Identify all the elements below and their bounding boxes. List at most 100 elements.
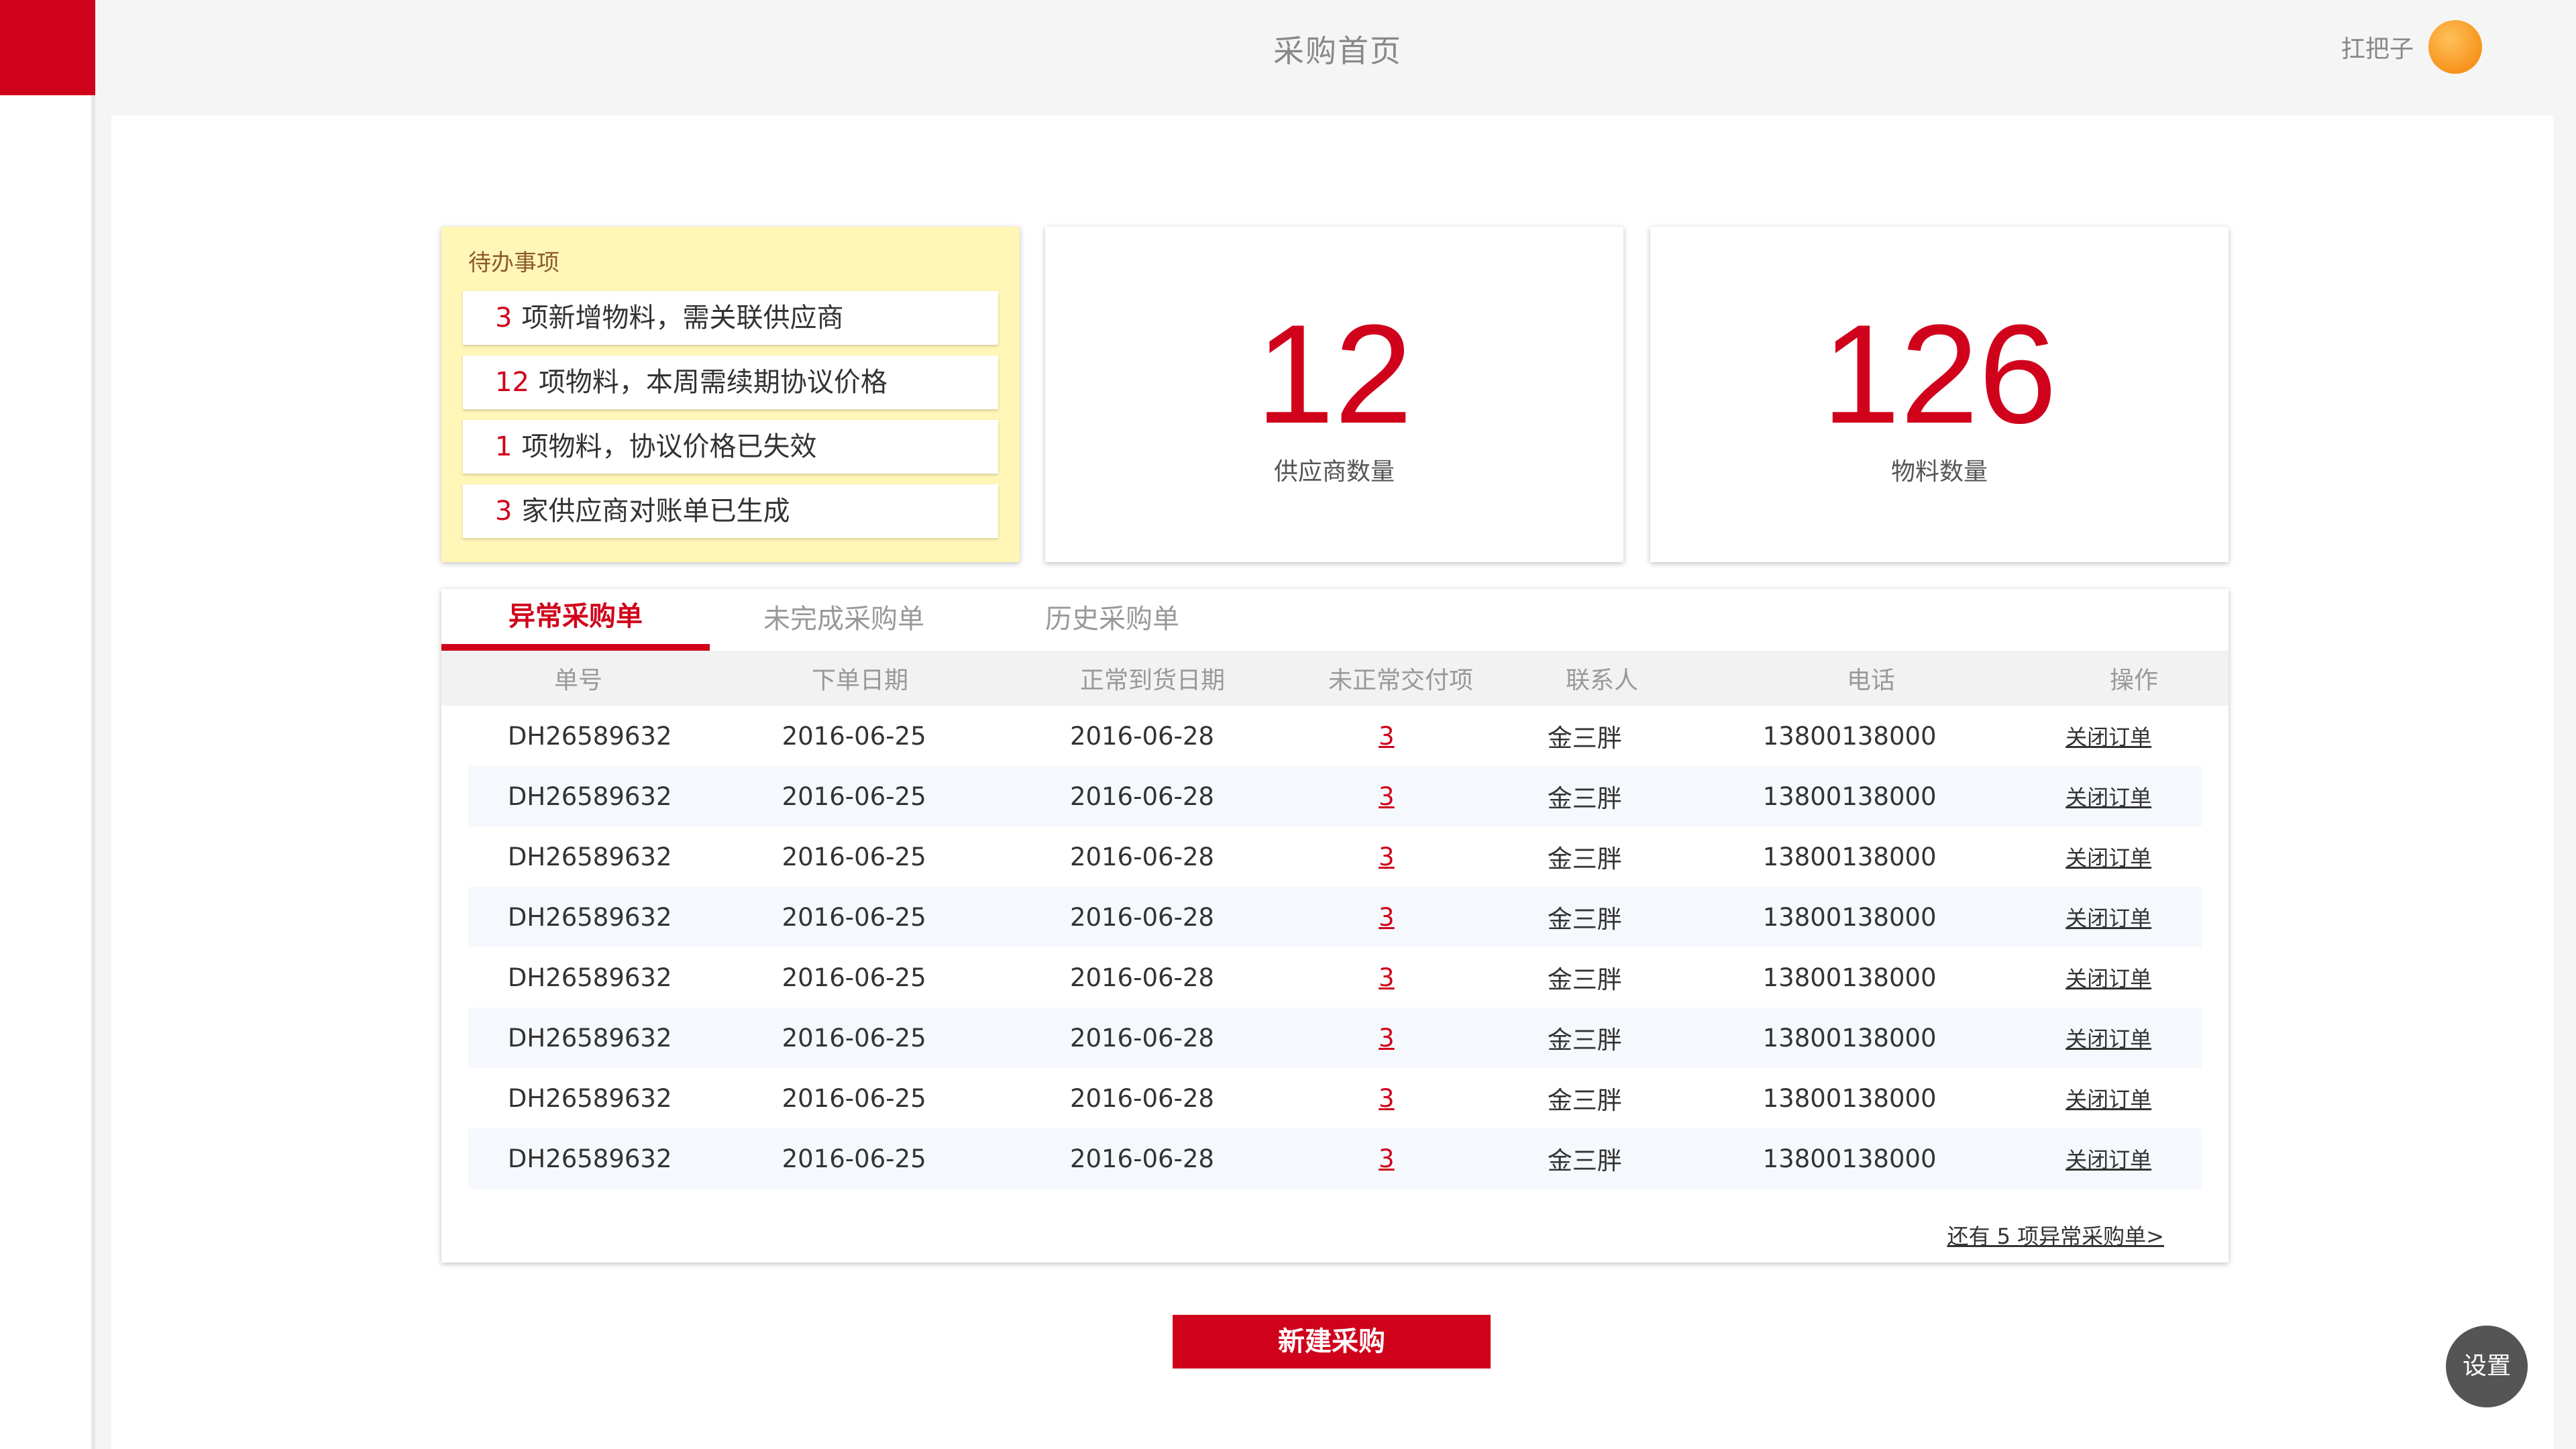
table-row: DH26589632 2016-06-25 2016-06-28 3 金三胖 138001… [468,826,2202,887]
arrival-date: 2016-06-28 [1069,963,1214,992]
left-sidebar [0,0,95,1449]
close-order-link[interactable]: 关闭订单 [2015,841,2202,872]
order-date: 2016-06-25 [782,1144,926,1173]
close-order-link[interactable]: 关闭订单 [2015,1143,2202,1174]
order-number: DH26589632 [507,902,672,932]
todo-item[interactable]: 3 项新增物料，需关联供应商 [463,291,998,345]
undelivered-count[interactable]: 3 [1287,843,1485,871]
todo-text: 项物料，本周需续期协议价格 [538,367,888,398]
contact-name: 金三胖 [1547,784,1622,813]
todo-card: 待办事项 3 项新增物料，需关联供应商 12 项物料，本周需续期协议价格 1 项物料，… [441,227,1020,562]
close-order-link[interactable]: 关闭订单 [2015,1083,2202,1114]
phone: 13800138000 [1762,902,1937,932]
top-header: 采购首页 扛把子 [99,0,2576,115]
phone: 13800138000 [1762,963,1937,992]
todo-item[interactable]: 12 项物料，本周需续期协议价格 [463,356,998,409]
column-header: 未正常交付项 [1328,667,1473,694]
close-order-link[interactable]: 关闭订单 [2015,902,2202,932]
table-body: DH26589632 2016-06-25 2016-06-28 3 金三胖 138001… [468,706,2202,1189]
column-header: 联系人 [1565,667,1638,694]
arrival-date: 2016-06-28 [1069,782,1214,811]
undelivered-count[interactable]: 3 [1287,1144,1485,1173]
phone: 13800138000 [1762,1144,1937,1173]
table-row: DH26589632 2016-06-25 2016-06-28 3 金三胖 138001… [468,1068,2202,1128]
supplier-count-label: 供应商数量 [1273,458,1395,486]
page-title: 采购首页 [1273,33,1402,69]
todo-title: 待办事项 [468,250,559,276]
order-number: DH26589632 [507,721,672,751]
undelivered-count[interactable]: 3 [1287,782,1485,811]
supplier-count: 12 [1256,295,1413,453]
undelivered-count[interactable]: 3 [1287,722,1485,751]
table-row: DH26589632 2016-06-25 2016-06-28 3 金三胖 138001… [468,706,2202,766]
contact-name: 金三胖 [1547,1146,1622,1175]
order-date: 2016-06-25 [782,1023,926,1053]
todo-count: 1 [495,431,513,462]
tab-incomplete-orders[interactable]: 未完成采购单 [710,589,978,651]
logo[interactable] [0,0,95,95]
todo-count: 3 [495,496,513,527]
arrival-date: 2016-06-28 [1069,902,1214,932]
table-row: DH26589632 2016-06-25 2016-06-28 3 金三胖 138001… [468,947,2202,1008]
order-number: DH26589632 [507,782,672,811]
arrival-date: 2016-06-28 [1069,1083,1214,1113]
phone: 13800138000 [1762,721,1937,751]
table-header: 单号 下单日期 正常到货日期 未正常交付项 联系人 电话 操作 [441,651,2229,706]
contact-name: 金三胖 [1547,845,1622,873]
order-number: DH26589632 [507,1083,672,1113]
material-count-card[interactable]: 126 物料数量 [1650,227,2229,562]
contact-name: 金三胖 [1547,965,1622,994]
phone: 13800138000 [1762,782,1937,811]
order-date: 2016-06-25 [782,782,926,811]
undelivered-count[interactable]: 3 [1287,963,1485,992]
purchase-order-panel: 异常采购单 未完成采购单 历史采购单 单号 下单日期 正常到货日期 未正常交付项… [441,589,2229,1263]
arrival-date: 2016-06-28 [1069,842,1214,871]
tab-bar: 异常采购单 未完成采购单 历史采购单 [441,589,2229,651]
avatar[interactable] [2428,20,2482,74]
todo-text: 家供应商对账单已生成 [521,496,790,527]
settings-button[interactable]: 设置 [2446,1326,2528,1407]
phone: 13800138000 [1762,1023,1937,1053]
close-order-link[interactable]: 关闭订单 [2015,962,2202,993]
todo-item[interactable]: 3 家供应商对账单已生成 [463,484,998,538]
table-row: DH26589632 2016-06-25 2016-06-28 3 金三胖 138001… [468,1008,2202,1068]
user-menu[interactable]: 扛把子 [2341,20,2482,74]
close-order-link[interactable]: 关闭订单 [2015,720,2202,751]
phone: 13800138000 [1762,1083,1937,1113]
close-order-link[interactable]: 关闭订单 [2015,781,2202,812]
order-number: DH26589632 [507,963,672,992]
todo-text: 项物料，协议价格已失效 [521,431,817,462]
table-row: DH26589632 2016-06-25 2016-06-28 3 金三胖 138001… [468,1128,2202,1189]
contact-name: 金三胖 [1547,905,1622,934]
tab-history-orders[interactable]: 历史采购单 [978,589,1246,651]
order-number: DH26589632 [507,1144,672,1173]
order-number: DH26589632 [507,842,672,871]
arrival-date: 2016-06-28 [1069,721,1214,751]
supplier-count-card[interactable]: 12 供应商数量 [1045,227,1623,562]
table-row: DH26589632 2016-06-25 2016-06-28 3 金三胖 138001… [468,766,2202,826]
phone: 13800138000 [1762,842,1937,871]
todo-count: 12 [495,367,529,398]
column-header: 下单日期 [811,667,908,694]
contact-name: 金三胖 [1547,1026,1622,1055]
todo-text: 项新增物料，需关联供应商 [521,303,844,333]
order-number: DH26589632 [507,1023,672,1053]
order-date: 2016-06-25 [782,1083,926,1113]
arrival-date: 2016-06-28 [1069,1023,1214,1053]
todo-item[interactable]: 1 项物料，协议价格已失效 [463,420,998,474]
order-date: 2016-06-25 [782,963,926,992]
undelivered-count[interactable]: 3 [1287,903,1485,932]
undelivered-count[interactable]: 3 [1287,1024,1485,1053]
todo-count: 3 [495,303,513,333]
tab-abnormal-orders[interactable]: 异常采购单 [441,589,710,651]
order-date: 2016-06-25 [782,721,926,751]
contact-name: 金三胖 [1547,724,1622,753]
more-orders-link[interactable]: 还有 5 项异常采购单> [1947,1220,2164,1250]
main-content: 待办事项 3 项新增物料，需关联供应商 12 项物料，本周需续期协议价格 1 项物料，… [111,115,2553,1449]
close-order-link[interactable]: 关闭订单 [2015,1022,2202,1053]
user-name: 扛把子 [2341,36,2414,63]
new-purchase-button[interactable]: 新建采购 [1173,1315,1491,1368]
column-header: 正常到货日期 [1079,667,1225,694]
table-row: DH26589632 2016-06-25 2016-06-28 3 金三胖 138001… [468,887,2202,947]
undelivered-count[interactable]: 3 [1287,1084,1485,1113]
